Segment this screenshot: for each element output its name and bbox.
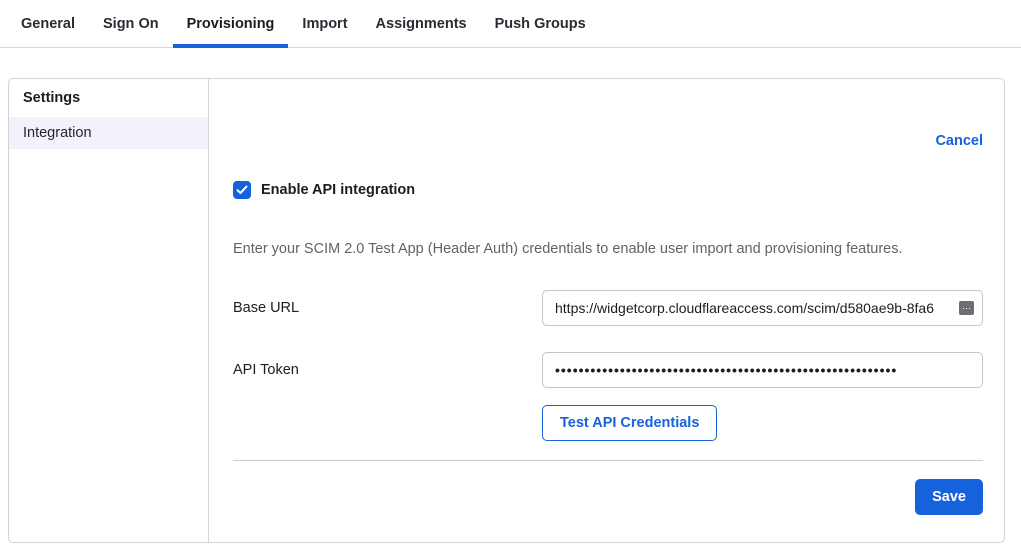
base-url-value: https://widgetcorp.cloudflareaccess.com/…	[555, 300, 958, 316]
footer-divider	[233, 460, 983, 461]
tab-general[interactable]: General	[7, 0, 89, 48]
enable-api-row: Enable API integration	[233, 181, 983, 199]
api-token-row: API Token ••••••••••••••••••••••••••••••…	[233, 352, 983, 388]
enable-api-label[interactable]: Enable API integration	[261, 182, 415, 198]
tab-sign-on[interactable]: Sign On	[89, 0, 173, 48]
panel-header-row: Cancel	[233, 79, 983, 150]
footer-actions-row: Save	[233, 479, 983, 515]
test-api-credentials-button[interactable]: Test API Credentials	[542, 405, 717, 441]
test-credentials-row: Test API Credentials	[233, 405, 983, 441]
save-button[interactable]: Save	[915, 479, 983, 515]
sidebar-item-label: Integration	[23, 125, 92, 141]
tab-import[interactable]: Import	[288, 0, 361, 48]
credentials-description: Enter your SCIM 2.0 Test App (Header Aut…	[233, 239, 983, 259]
app-tab-bar: General Sign On Provisioning Import Assi…	[0, 0, 1021, 48]
tab-push-groups[interactable]: Push Groups	[481, 0, 600, 48]
enable-api-checkbox[interactable]	[233, 181, 251, 199]
settings-sidebar: Settings Integration	[9, 79, 209, 542]
sidebar-item-integration[interactable]: Integration	[9, 117, 208, 149]
provisioning-settings-card: Settings Integration Cancel Enable API i…	[8, 78, 1005, 543]
checkmark-icon	[236, 185, 248, 195]
api-token-label: API Token	[233, 362, 542, 378]
text-overflow-marker: ⋯	[959, 301, 974, 315]
api-token-input[interactable]: ••••••••••••••••••••••••••••••••••••••••…	[542, 352, 983, 388]
tab-assignments[interactable]: Assignments	[362, 0, 481, 48]
tab-provisioning[interactable]: Provisioning	[173, 0, 289, 48]
integration-panel: Cancel Enable API integration Enter your…	[209, 79, 1004, 542]
cancel-link[interactable]: Cancel	[935, 132, 983, 150]
sidebar-heading: Settings	[9, 88, 208, 117]
base-url-row: Base URL https://widgetcorp.cloudflareac…	[233, 290, 983, 326]
base-url-input[interactable]: https://widgetcorp.cloudflareaccess.com/…	[542, 290, 983, 326]
api-token-masked-value: ••••••••••••••••••••••••••••••••••••••••…	[555, 362, 974, 378]
base-url-label: Base URL	[233, 300, 542, 316]
